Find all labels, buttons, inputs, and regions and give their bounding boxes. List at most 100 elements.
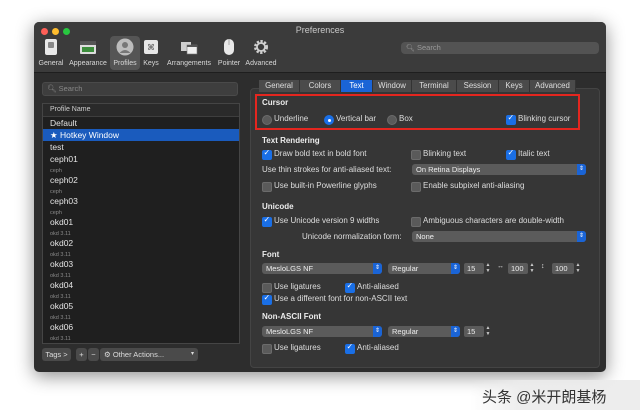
tab-text[interactable]: Text [341, 80, 373, 92]
font-style-popup[interactable]: Regular ⇕ [388, 263, 460, 274]
profile-list-item[interactable]: okd03 okd 3.11 [43, 258, 239, 279]
toolbar-advanced-label: Advanced [245, 60, 277, 67]
profile-name: okd05 [50, 301, 74, 311]
tab-session[interactable]: Session [457, 80, 499, 92]
profile-list-item[interactable]: test [43, 141, 239, 153]
font-ligatures-checkbox[interactable] [262, 283, 272, 293]
powerline-glyphs-label: Use built-in Powerline glyphs [274, 181, 377, 190]
toolbar-keys[interactable]: ⌘ Keys [140, 36, 162, 70]
italic-text-checkbox[interactable] [506, 148, 516, 160]
toolbar-keys-label: Keys [143, 60, 159, 67]
profile-list-item[interactable]: ceph02 ceph [43, 174, 239, 195]
tab-colors[interactable]: Colors [300, 80, 341, 92]
profile-list-item[interactable]: okd02 okd 3.11 [43, 237, 239, 258]
font-anti-aliased-checkbox[interactable] [345, 281, 355, 293]
normalization-form-popup[interactable]: None ⇕ [412, 231, 586, 242]
profile-list-item[interactable]: okd05 okd 3.11 [43, 300, 239, 321]
profile-tag: okd 3.11 [50, 336, 71, 342]
bold-font-checkbox[interactable] [262, 148, 272, 160]
nonascii-font-name-value: MesloLGS NF [266, 327, 314, 336]
ambiguous-double-width-label: Ambiguous characters are double-width [423, 216, 564, 225]
font-size-field[interactable]: 15 [464, 263, 484, 274]
font-name-popup[interactable]: MesloLGS NF ⇕ [262, 263, 382, 274]
toolbar-profiles[interactable]: Profiles [110, 36, 140, 70]
window-icon [80, 41, 96, 54]
nonascii-different-font-checkbox[interactable] [262, 293, 272, 305]
search-icon: 🔍︎ [47, 84, 57, 93]
profile-list-header: Profile Name [43, 104, 239, 117]
tab-general[interactable]: General [259, 80, 300, 92]
profile-search-placeholder: Search [58, 84, 83, 93]
normalization-form-label: Unicode normalization form: [302, 232, 402, 241]
nonascii-ligatures-checkbox[interactable] [262, 344, 272, 354]
bold-font-label: Draw bold text in bold font [274, 149, 367, 158]
subpixel-aa-label: Enable subpixel anti-aliasing [423, 181, 525, 190]
toolbar-general[interactable]: General [36, 36, 66, 70]
font-name-value: MesloLGS NF [266, 264, 314, 273]
nonascii-anti-aliased-checkbox[interactable] [345, 342, 355, 354]
tab-keys[interactable]: Keys [499, 80, 530, 92]
font-ligatures-label: Use ligatures [274, 282, 321, 291]
blinking-text-checkbox[interactable] [411, 150, 421, 160]
profile-name: okd02 [50, 238, 74, 248]
vertical-spacing-stepper[interactable]: ▲ ▼ [575, 262, 581, 274]
window-title: Preferences [295, 25, 345, 35]
cursor-highlight-box [255, 94, 580, 130]
tags-button[interactable]: Tags > [42, 348, 71, 361]
unicode-9-widths-label: Use Unicode version 9 widths [274, 216, 380, 225]
chevron-down-icon: ▾ [190, 351, 194, 357]
chevron-updown-icon: ⇕ [451, 326, 460, 337]
vertical-spacing-field[interactable]: 100 [552, 263, 574, 274]
profile-name: okd01 [50, 217, 74, 227]
nonascii-font-section-title: Non-ASCII Font [262, 312, 322, 321]
tab-terminal[interactable]: Terminal [412, 80, 457, 92]
profile-search-field[interactable]: 🔍︎ Search [42, 82, 238, 96]
title-bar: Preferences General Appearance Profiles … [34, 22, 606, 73]
profile-list-item[interactable]: ceph03 ceph [43, 195, 239, 216]
thin-strokes-popup[interactable]: On Retina Displays ⇕ [412, 164, 586, 175]
toolbar-general-label: General [38, 60, 64, 67]
unicode-section-title: Unicode [262, 202, 294, 211]
nonascii-font-style-popup[interactable]: Regular ⇕ [388, 326, 460, 337]
thin-strokes-value: On Retina Displays [416, 165, 481, 174]
toolbar-search-field[interactable]: 🔍︎ Search [401, 42, 599, 54]
horizontal-spacing-field[interactable]: 100 [508, 263, 528, 274]
remove-profile-button[interactable]: − [88, 348, 99, 361]
profile-list-item[interactable]: okd01 okd 3.11 [43, 216, 239, 237]
unicode-9-widths-checkbox[interactable] [262, 215, 272, 227]
font-size-stepper[interactable]: ▲ ▼ [485, 262, 491, 274]
arrangements-icon [181, 42, 198, 55]
profile-name: ceph03 [50, 196, 78, 206]
blinking-text-label: Blinking text [423, 149, 467, 158]
nonascii-font-style-value: Regular [392, 327, 419, 336]
svg-text:⌘: ⌘ [147, 43, 155, 52]
profile-name: Default [50, 118, 77, 128]
nonascii-font-size-field[interactable]: 15 [464, 326, 484, 337]
user-icon [116, 38, 134, 56]
toolbar-pointer-label: Pointer [217, 60, 241, 67]
add-profile-button[interactable]: + [76, 348, 87, 361]
profile-list-item[interactable]: ceph01 ceph [43, 153, 239, 174]
other-actions-button[interactable]: ⚙ Other Actions... ▾ [100, 348, 198, 361]
nonascii-font-size-stepper[interactable]: ▲ ▼ [485, 325, 491, 337]
nonascii-font-name-popup[interactable]: MesloLGS NF ⇕ [262, 326, 382, 337]
profile-name: ★ Hotkey Window [50, 130, 120, 140]
profile-list-item[interactable]: Default [43, 117, 239, 129]
chevron-updown-icon: ⇕ [577, 231, 586, 242]
profile-list-item[interactable]: okd04 okd 3.11 [43, 279, 239, 300]
tab-window[interactable]: Window [373, 80, 412, 92]
powerline-glyphs-checkbox[interactable] [262, 182, 272, 192]
gear-icon [254, 40, 268, 54]
subpixel-aa-checkbox[interactable] [411, 182, 421, 192]
preferences-window: Preferences General Appearance Profiles … [34, 22, 606, 372]
ambiguous-double-width-checkbox[interactable] [411, 217, 421, 227]
tab-advanced[interactable]: Advanced [530, 80, 576, 92]
toolbar-pointer[interactable]: Pointer [215, 36, 243, 70]
toolbar-advanced[interactable]: Advanced [244, 36, 278, 70]
toolbar-arrangements[interactable]: Arrangements [164, 36, 214, 70]
toolbar-appearance[interactable]: Appearance [68, 36, 108, 70]
horizontal-spacing-stepper[interactable]: ▲ ▼ [529, 262, 535, 274]
profile-list-item[interactable]: ★ Hotkey Window [43, 129, 239, 141]
horizontal-spacing-icon: ↔ [497, 263, 504, 270]
profile-list-item[interactable]: okd06 okd 3.11 [43, 321, 239, 342]
